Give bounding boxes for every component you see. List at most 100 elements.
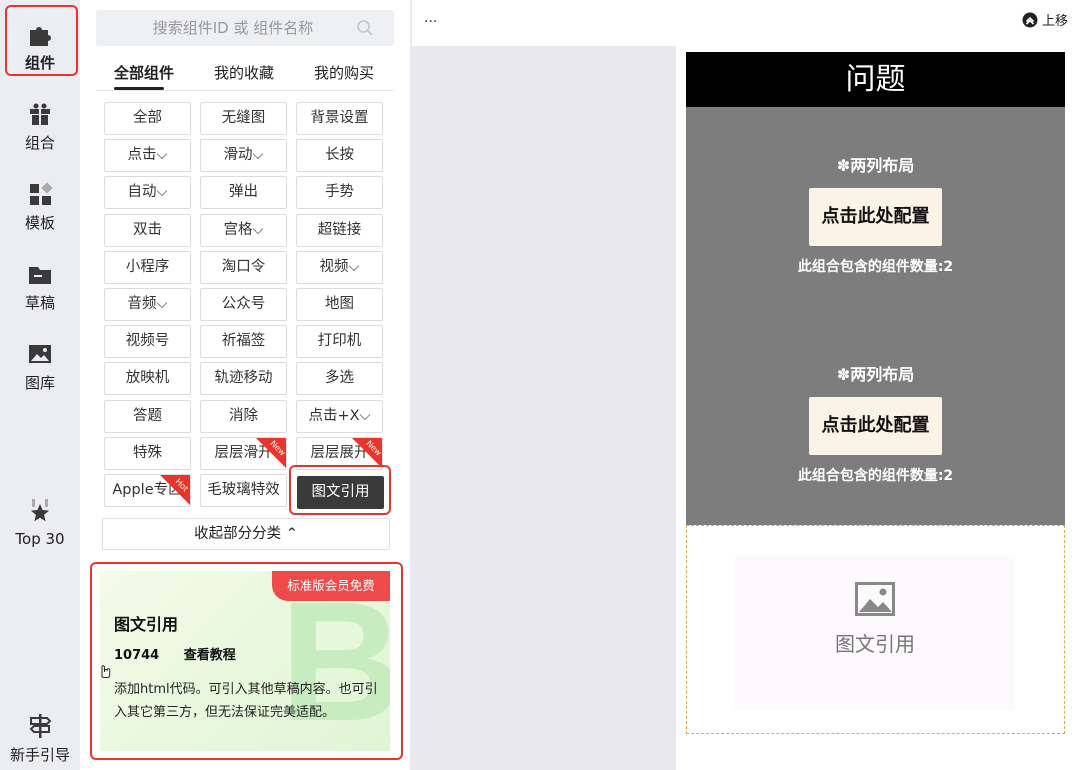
category-item[interactable]: 层层滑开 New [200,436,287,470]
rail-item-guide[interactable]: 新手引导 [0,712,80,765]
preview-title[interactable]: 问题 [686,52,1065,107]
category-item[interactable]: 点击+X⌵ [296,399,383,433]
block-label: ✽两列布局 [836,365,915,384]
rail-item-components[interactable]: 组件 [0,20,80,73]
category-item[interactable]: 放映机 [104,362,191,396]
category-item[interactable]: 弹出 [200,176,287,210]
category-item[interactable]: 视频号 [104,325,191,359]
category-label: 多选 [325,370,354,387]
layout-container[interactable]: ✽两列布局 点击此处配置 此组合包含的组件数量:2 ✽两列布局 点击此处配置 此… [686,107,1065,525]
category-label: 祈福签 [221,333,266,350]
category-item[interactable]: 视频⌵ [296,250,383,284]
more-options[interactable]: ... [424,10,437,26]
category-item[interactable]: 特殊 [104,436,191,470]
image-placeholder: 图文引用 [735,556,1015,710]
category-item[interactable]: 淘口令 [200,250,287,284]
category-label: 淘口令 [221,258,266,275]
category-item[interactable]: 手势 [296,176,383,210]
category-label: 小程序 [125,258,170,275]
star-icon [31,499,49,522]
category-item[interactable]: 滑动⌵ [200,139,287,173]
category-item[interactable]: 毛玻璃特效 [200,474,287,507]
category-label: 宫格⌵ [223,221,264,238]
tab-all-components[interactable]: 全部组件 [114,62,174,83]
rail-item-drafts[interactable]: 草稿 [0,260,80,313]
move-up-icon [1022,12,1038,27]
category-item[interactable]: 宫格⌵ [200,213,287,247]
category-item[interactable]: 全部 [104,102,191,135]
hot-badge: Hot [160,475,190,505]
category-label: 弹出 [229,184,258,201]
tab-favorites[interactable]: 我的收藏 [214,62,274,83]
image-icon [29,345,51,363]
search-icon[interactable] [356,19,374,37]
category-item[interactable]: 地图 [296,288,383,321]
search-input[interactable] [96,10,394,46]
left-rail: 组件 组合 模板 草稿 图库 Top 30 新手引导 [0,0,80,770]
component-count: 此组合包含的组件数量:2 [797,468,954,484]
component-count: 此组合包含的组件数量:2 [797,259,954,275]
rail-label: 图库 [24,374,55,392]
signpost-icon [29,714,52,738]
rail-label: 新手引导 [9,746,70,764]
block-label: ✽两列布局 [836,156,915,175]
category-label: 长按 [325,147,354,164]
two-column-block[interactable]: ✽两列布局 点击此处配置 此组合包含的组件数量:2 [686,152,1065,276]
selected-item-highlight [289,465,391,515]
category-item[interactable]: 背景设置 [296,102,383,135]
category-label: 打印机 [317,333,362,350]
image-text-reference-slot[interactable]: 图文引用 [686,525,1065,734]
rail-label: 组件 [24,54,55,72]
hand-pointer-icon [101,665,111,678]
member-ribbon: 标准版会员免费 [272,571,390,601]
category-label: 点击⌵ [127,147,168,164]
view-tutorial-link[interactable]: 查看教程 [184,648,236,663]
component-tabs: 全部组件 我的收藏 我的购买 [96,58,394,91]
rail-label: 模板 [24,214,55,232]
gift-icon [30,103,50,125]
category-item[interactable]: 小程序 [104,250,191,284]
two-column-block[interactable]: ✽两列布局 点击此处配置 此组合包含的组件数量:2 [686,361,1065,485]
category-item[interactable]: 打印机 [296,325,383,359]
card-meta: 10744 查看教程 [101,644,258,679]
component-id: 10744 [114,648,160,663]
category-item[interactable]: 轨迹移动 [200,362,287,396]
move-up-label: 上移 [1041,14,1068,29]
configure-button[interactable]: 点击此处配置 [809,188,942,246]
category-item[interactable]: 祈福签 [200,325,287,359]
rail-label: 草稿 [24,294,55,312]
category-item[interactable]: 答题 [104,399,191,433]
category-item[interactable]: 无缝图 [200,102,287,135]
category-label: 地图 [325,296,354,312]
category-item[interactable]: 音频⌵ [104,288,191,321]
category-item[interactable]: 消除 [200,399,287,433]
category-label: 视频号 [125,333,170,350]
canvas-toolbar: ... 上移 [412,0,1080,46]
search-box [96,10,394,46]
category-item[interactable]: 长按 [296,139,383,173]
tab-purchased[interactable]: 我的购买 [314,62,374,83]
category-label: 自动⌵ [127,184,168,201]
rail-item-top30[interactable]: Top 30 [0,498,80,548]
category-item[interactable]: 点击⌵ [104,139,191,173]
category-label: 轨迹移动 [214,370,273,387]
rail-item-gallery[interactable]: 图库 [0,340,80,393]
category-item[interactable]: 公众号 [200,288,287,321]
category-item[interactable]: 自动⌵ [104,176,191,210]
category-item[interactable]: 多选 [296,362,383,396]
collapse-categories-button[interactable]: 收起部分分类 ⌃ [102,518,390,550]
rail-item-templates[interactable]: 模板 [0,180,80,233]
category-item[interactable]: 超链接 [296,213,383,247]
template-icon [30,182,53,205]
category-label: 放映机 [125,370,170,387]
placeholder-label: 图文引用 [835,632,915,656]
category-label: 公众号 [221,296,266,312]
category-label: 毛玻璃特效 [207,482,280,498]
category-item[interactable]: Apple专区 Hot [104,474,191,507]
category-label: 视频⌵ [319,258,360,275]
move-up-button[interactable]: 上移 [1022,10,1068,29]
category-item[interactable]: 双击 [104,213,191,247]
configure-button[interactable]: 点击此处配置 [809,397,942,455]
new-badge: New [352,437,382,468]
rail-item-combos[interactable]: 组合 [0,100,80,153]
